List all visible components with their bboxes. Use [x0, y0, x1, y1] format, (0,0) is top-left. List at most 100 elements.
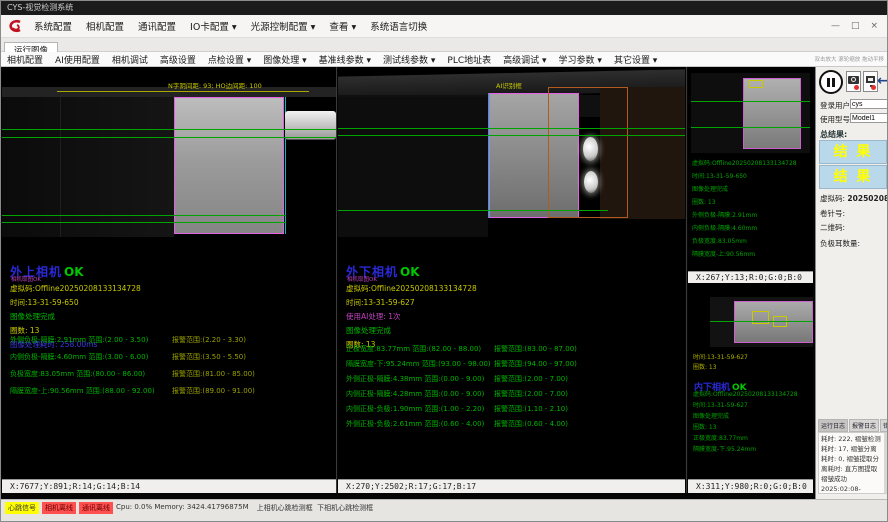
back-arrow-icon[interactable]: ←	[877, 73, 888, 89]
cpu-memory-text: Cpu: 0.0% Memory: 3424.41796875M	[116, 503, 249, 511]
log-scrollbar[interactable]	[884, 433, 887, 493]
measurement-block: 正极宽度:83.77mm 范围:(82.00 - 88.00) 报警范围:(83…	[346, 344, 681, 434]
alarm-range: 报警范围:(0.60 - 4.00)	[494, 419, 568, 429]
measurement-row: 隔膜宽度-上:90.56mm 范围:(88.00 - 92.00) 报警范围:(…	[10, 386, 334, 403]
baseline-green-2	[2, 137, 336, 138]
panel-divider	[336, 67, 337, 493]
anode-tab-count-field: 负极耳数量:	[820, 238, 860, 249]
camera-capture-button[interactable]	[846, 71, 861, 92]
alarm-range: 报警范围:(81.00 - 85.00)	[172, 369, 255, 379]
camera-subtitle: 相机取图OK	[11, 275, 41, 283]
aux-log-line: 虚拟码:Offline20250208133134728	[692, 157, 797, 170]
log-tab-error[interactable]: 错误日志	[880, 419, 888, 432]
roller	[285, 111, 336, 140]
camera-icon	[848, 76, 859, 84]
alarm-range: 报警范围:(2.00 - 7.00)	[494, 389, 568, 399]
needle-number-field: 卷针号:	[820, 208, 845, 219]
menu-item-language[interactable]: 系统语言切换	[363, 19, 434, 33]
aux-pre-block: 时间:13-31-59-627 圈数: 13	[693, 353, 748, 373]
monitor-icon	[866, 76, 875, 83]
measurement-row: 内侧正极-负极:1.90mm 范围:(1.00 - 2.20) 报警范围:(1.…	[346, 404, 681, 419]
middle-camera-viewport[interactable]: AI识别框 外下相机OK 相机取图OK 虚拟码:Offline202502081…	[338, 67, 685, 493]
time-line: 时间:13-31-59-650	[10, 297, 141, 308]
tool-plc-table[interactable]: PLC地址表	[441, 53, 497, 66]
baseline-green-2	[338, 135, 685, 136]
model-input[interactable]	[850, 113, 888, 123]
camera-subtitle: 相机取图OK	[347, 275, 377, 283]
tool-learning-params[interactable]: 学习参数 ▾	[553, 53, 608, 66]
aux-log-line: 内侧负极-隔膜:4.60mm	[692, 222, 797, 235]
baseline-green-1	[2, 129, 336, 130]
window-title: CYS-视觉检测系统	[7, 3, 73, 12]
menu-item-comm-config[interactable]: 通讯配置	[131, 19, 183, 33]
virtual-code-line: 虚拟码:Offline20250208133134728	[346, 283, 477, 294]
aux-image	[691, 73, 810, 153]
window-controls: — □ ×	[831, 21, 887, 31]
measurement-row: 隔膜宽度-下:95.24mm 范围:(93.00 - 98.00) 报警范围:(…	[346, 359, 681, 374]
login-user-label: 登录用户:	[820, 100, 853, 111]
monitor-button[interactable]	[863, 71, 878, 92]
aux-top-viewport[interactable]: 虚拟码:Offline20250208133134728 时间:13-31-59…	[688, 67, 813, 271]
close-icon[interactable]: ×	[870, 21, 878, 31]
run-log-text[interactable]: 耗时: 222, 褶皱检测耗时: 17, 褶皱分离耗时: 0, 褶皱提取分离耗时…	[818, 432, 888, 494]
tool-spot-check[interactable]: 点检设置 ▾	[202, 53, 257, 66]
menu-item-system-config[interactable]: 系统配置	[27, 19, 79, 33]
aux-log-line: 时间:13-31-59-627	[693, 400, 798, 411]
measurement-value: 内侧正极-负极:1.90mm 范围:(1.00 - 2.20)	[346, 405, 484, 413]
pause-icon	[827, 78, 830, 87]
tool-advanced-settings[interactable]: 高级设置	[154, 53, 202, 66]
login-user-input[interactable]	[850, 99, 888, 109]
measurement-value: 隔膜宽度-上:90.56mm 范围:(88.00 - 92.00)	[10, 387, 155, 395]
ai-roi-label: AI识别框	[496, 80, 522, 90]
camera-ok-label: OK	[64, 265, 84, 279]
status-bar: 心跳信号 相机离线 通讯离线 Cpu: 0.0% Memory: 3424.41…	[1, 499, 887, 522]
menu-item-io-config[interactable]: IO卡配置 ▾	[183, 19, 244, 33]
heartbeat-badge: 心跳信号	[5, 502, 39, 514]
menu-item-view[interactable]: 查看 ▾	[322, 19, 363, 33]
field-label: 负极耳数量:	[820, 239, 860, 248]
menu-item-light-config[interactable]: 光源控制配置 ▾	[244, 19, 323, 33]
measurement-value: 内侧负极-隔膜:4.60mm 范围:(3.00 - 6.00)	[10, 353, 148, 361]
tool-baseline-params[interactable]: 基准线参数 ▾	[313, 53, 377, 66]
aux-log-line: 图像处理完成	[692, 183, 797, 196]
baseline-green	[710, 321, 813, 322]
baseline-green	[691, 127, 810, 128]
middle-camera-panel: AI识别框 外下相机OK 相机取图OK 虚拟码:Offline202502081…	[338, 67, 685, 493]
aux-log-line: 虚拟码:Offline20250208133134728	[693, 389, 798, 400]
log-tab-alarm[interactable]: 报警日志	[849, 419, 879, 432]
menu-item-camera-config[interactable]: 相机配置	[79, 19, 131, 33]
measurement-block: 外侧负极-隔膜:2.91mm 范围:(2.00 - 3.50) 报警范围:(2.…	[10, 335, 334, 403]
pixel-coordinate-readout: X:7677;Y:891;R:14;G:14;B:14	[2, 479, 336, 493]
process-done-line: 图像处理完成	[346, 325, 477, 336]
aux-log-line: 隔膜宽度-上:90.56mm	[692, 248, 797, 261]
aux-log-line: 外侧负极-隔膜:2.91mm	[692, 209, 797, 222]
maximize-icon[interactable]: □	[851, 21, 860, 31]
tool-advanced-debug[interactable]: 高级调试 ▾	[497, 53, 552, 66]
machinery-edge	[60, 97, 61, 237]
aux-image	[710, 297, 813, 347]
tool-ai-config[interactable]: AI使用配置	[49, 53, 106, 66]
tool-image-processing[interactable]: 图像处理 ▾	[257, 53, 312, 66]
status-dot-red	[871, 85, 876, 90]
tool-camera-debug[interactable]: 相机调试	[106, 53, 154, 66]
field-value: 20250208	[847, 194, 888, 203]
edge-line-cyan	[488, 93, 489, 218]
tool-camera-config[interactable]: 相机配置	[1, 53, 49, 66]
measurement-row: 内侧负极-隔膜:4.60mm 范围:(3.00 - 6.00) 报警范围:(3.…	[10, 352, 334, 369]
tab-bar: 运行图像	[1, 38, 887, 52]
tool-testline-params[interactable]: 测试线参数 ▾	[377, 53, 441, 66]
camera-offline-badge: 相机离线	[42, 502, 76, 514]
minimize-icon[interactable]: —	[831, 21, 840, 31]
aux-bottom-viewport[interactable]: 时间:13-31-59-627 圈数: 13 内下相机OK 虚拟码:Offlin…	[688, 283, 813, 479]
alarm-range: 报警范围:(2.20 - 3.30)	[172, 335, 246, 345]
process-done-line: 图像处理完成	[10, 311, 141, 322]
log-tab-run[interactable]: 运行日志	[818, 419, 848, 432]
measurement-row: 外侧正极-隔膜:4.38mm 范围:(0.00 - 9.00) 报警范围:(2.…	[346, 374, 681, 389]
left-camera-viewport[interactable]: N字阴间距: 93; HO边间距: 100 外上相机OK 相机取图OK 虚拟码:…	[2, 67, 336, 493]
tool-other-settings[interactable]: 其它设置 ▾	[608, 53, 663, 66]
battery-cell-region	[174, 97, 284, 234]
pause-icon	[832, 78, 835, 87]
aux-log-line: 隔膜宽度-下:95.24mm	[693, 444, 798, 455]
pause-button[interactable]	[819, 70, 843, 94]
ai-usage-line: 使用AI处理: 1次	[346, 311, 477, 322]
